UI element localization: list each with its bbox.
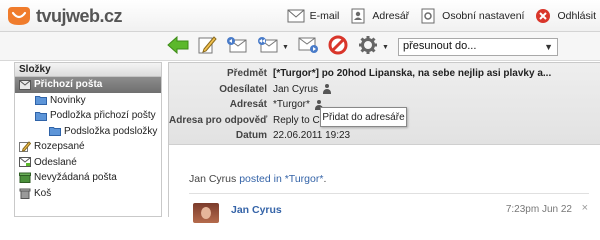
settings-page-icon: [419, 8, 437, 24]
back-arrow-icon: [167, 35, 189, 57]
delete-icon: [328, 35, 348, 58]
close-icon[interactable]: ×: [582, 202, 588, 214]
folders-title: Složky: [15, 63, 161, 77]
folders-panel: Složky Přichozí pošta Novinky Podložka p…: [14, 62, 162, 217]
settings-link-label: Osobní nastavení: [442, 10, 525, 22]
header-row-subject: Předmět [*Turgor*] po 20hod Lipanska, na…: [169, 66, 600, 82]
posted-line: Jan Cyrus posted in *Turgor*.: [189, 173, 326, 185]
email-link-label: E-mail: [309, 10, 340, 22]
header-label: Adresát: [229, 99, 267, 111]
post-author[interactable]: Jan Cyrus: [231, 204, 282, 216]
draft-icon: [19, 141, 31, 153]
divider: [189, 193, 589, 194]
move-to-select[interactable]: přesunout do... ▼: [398, 38, 558, 56]
options-dropdown-icon[interactable]: ▼: [382, 44, 389, 51]
header-label: Adresa pro odpověď: [169, 114, 268, 126]
posted-suffix: .: [323, 173, 327, 185]
sent-icon: [19, 157, 31, 168]
folder-item-label: Podsložka podsložky: [64, 125, 158, 137]
email-link[interactable]: E-mail: [287, 8, 340, 24]
move-to-select-value: přesunout do...: [403, 40, 477, 52]
trash-icon: [19, 188, 31, 199]
folder-item-spam[interactable]: Nevyžádaná pošta: [15, 170, 161, 186]
folder-item-trash[interactable]: Koš: [15, 186, 161, 202]
header-label: Datum: [235, 130, 267, 142]
inbox-icon: [19, 79, 31, 90]
subject-value: [*Turgor*] po 20hod Lipanska, na sebe ne…: [273, 68, 552, 80]
folder-item-novinky[interactable]: Novinky: [15, 93, 161, 109]
header-row-date: Datum 22.06.2011 19:23: [169, 128, 600, 144]
add-contact-icon[interactable]: [323, 84, 332, 95]
logout-icon: [534, 8, 552, 24]
settings-link[interactable]: Osobní nastavení: [419, 8, 524, 24]
gear-icon: [358, 35, 378, 58]
folder-item-label: Přichozí pošta: [34, 79, 103, 91]
header-row-sender: Odesílatel Jan Cyrus: [169, 82, 600, 98]
forward-icon: [297, 36, 319, 57]
add-to-address-book-tooltip: Přidat do adresáře: [320, 107, 407, 127]
message-panel: Předmět [*Turgor*] po 20hod Lipanska, na…: [168, 62, 600, 223]
chevron-down-icon: ▼: [544, 42, 553, 52]
folder-icon: [35, 95, 47, 106]
folder-item-label: Rozepsané: [34, 141, 85, 153]
top-links: E-mail Adresář Osobní nastavení Odhlásit: [277, 4, 596, 28]
spam-icon: [19, 172, 31, 184]
header-label: Předmět: [226, 68, 267, 80]
reply-all-icon: [257, 36, 279, 57]
date-value: 22.06.2011 19:23: [273, 130, 351, 142]
post-time: 7:23pm Jun 22: [505, 204, 572, 215]
folder-item-label: Odeslané: [34, 156, 77, 168]
folder-item-label: Koš: [34, 187, 52, 199]
address-book-icon: [349, 8, 367, 24]
reply-all-dropdown-icon[interactable]: ▼: [282, 44, 289, 51]
logout-link-label: Odhlásit: [557, 10, 596, 22]
address-book-link-label: Adresář: [372, 10, 410, 22]
logout-link[interactable]: Odhlásit: [534, 8, 596, 24]
top-bar: tvujweb.cz E-mail Adresář Osobní nastave…: [0, 0, 600, 32]
mail-icon: [287, 8, 305, 24]
compose-icon: [197, 35, 217, 58]
reply-icon: [226, 36, 248, 57]
folder-item-drafts[interactable]: Rozepsané: [15, 139, 161, 155]
recipient-name[interactable]: *Turgor*: [273, 99, 310, 110]
folder-icon: [35, 110, 47, 121]
reply-to-value: Reply to Co: [273, 114, 326, 126]
reply-button[interactable]: [225, 35, 249, 57]
forward-button[interactable]: [296, 35, 320, 57]
options-button[interactable]: [356, 35, 380, 57]
address-book-link[interactable]: Adresář: [349, 8, 409, 24]
folder-item-inbox[interactable]: Přichozí pošta: [15, 77, 161, 93]
folder-item-label: Novinky: [50, 94, 86, 106]
folder-item-label: Podložka přichozí pošty: [50, 110, 156, 122]
recipient-value: *Turgor*: [273, 99, 323, 110]
folder-item-podlozka[interactable]: Podložka přichozí pošty: [15, 108, 161, 124]
logo-text: tvujweb.cz: [36, 5, 123, 26]
posted-in-link[interactable]: posted in *Turgor*: [239, 173, 323, 185]
reply-all-button[interactable]: [256, 35, 280, 57]
sender-name[interactable]: Jan Cyrus: [273, 84, 318, 95]
posted-author: Jan Cyrus: [189, 173, 240, 185]
compose-button[interactable]: [195, 35, 219, 57]
avatar: [193, 203, 219, 223]
sender-value: Jan Cyrus: [273, 84, 332, 95]
folder-item-sent[interactable]: Odeslané: [15, 155, 161, 171]
folder-item-label: Nevyžádaná pošta: [34, 172, 117, 184]
delete-button[interactable]: [326, 35, 350, 57]
folder-icon: [49, 126, 61, 137]
back-button[interactable]: [166, 35, 190, 57]
logo-mark-icon: [6, 5, 32, 27]
logo[interactable]: tvujweb.cz: [6, 4, 123, 28]
message-headers: Předmět [*Turgor*] po 20hod Lipanska, na…: [169, 63, 600, 145]
folder-item-podslozka[interactable]: Podsložka podsložky: [15, 124, 161, 140]
toolbar: ▼ ▼ přesunout do... ▼: [0, 32, 600, 61]
header-label: Odesílatel: [219, 83, 267, 95]
